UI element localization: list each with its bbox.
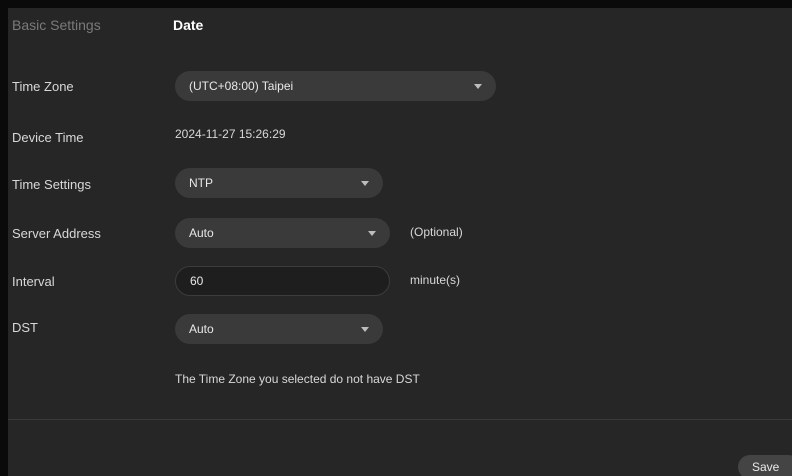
server-address-hint: (Optional) xyxy=(410,225,463,239)
time-zone-value: (UTC+08:00) Taipei xyxy=(189,79,294,93)
page-title: Date xyxy=(173,17,204,33)
dst-value: Auto xyxy=(189,322,214,336)
interval-label: Interval xyxy=(12,274,55,289)
time-zone-label: Time Zone xyxy=(12,79,74,94)
server-address-label: Server Address xyxy=(12,226,101,241)
date-settings-panel: Basic Settings Date Time Zone (UTC+08:00… xyxy=(8,8,792,476)
device-time-value: 2024-11-27 15:26:29 xyxy=(175,127,286,141)
time-zone-select[interactable]: (UTC+08:00) Taipei xyxy=(175,71,496,101)
time-settings-select[interactable]: NTP xyxy=(175,168,383,198)
dst-label: DST xyxy=(12,320,38,335)
footer-divider xyxy=(8,419,792,420)
server-address-select[interactable]: Auto xyxy=(175,218,390,248)
dst-note: The Time Zone you selected do not have D… xyxy=(175,372,420,386)
server-address-value: Auto xyxy=(189,226,214,240)
breadcrumb-section: Basic Settings xyxy=(12,17,101,33)
time-settings-value: NTP xyxy=(189,176,213,190)
save-button[interactable]: Save xyxy=(738,455,792,476)
interval-unit: minute(s) xyxy=(410,273,461,287)
time-settings-label: Time Settings xyxy=(12,177,91,192)
dst-select[interactable]: Auto xyxy=(175,314,383,344)
interval-value: 60 xyxy=(190,274,204,288)
interval-input[interactable]: 60 xyxy=(175,266,390,296)
device-time-label: Device Time xyxy=(12,130,84,145)
